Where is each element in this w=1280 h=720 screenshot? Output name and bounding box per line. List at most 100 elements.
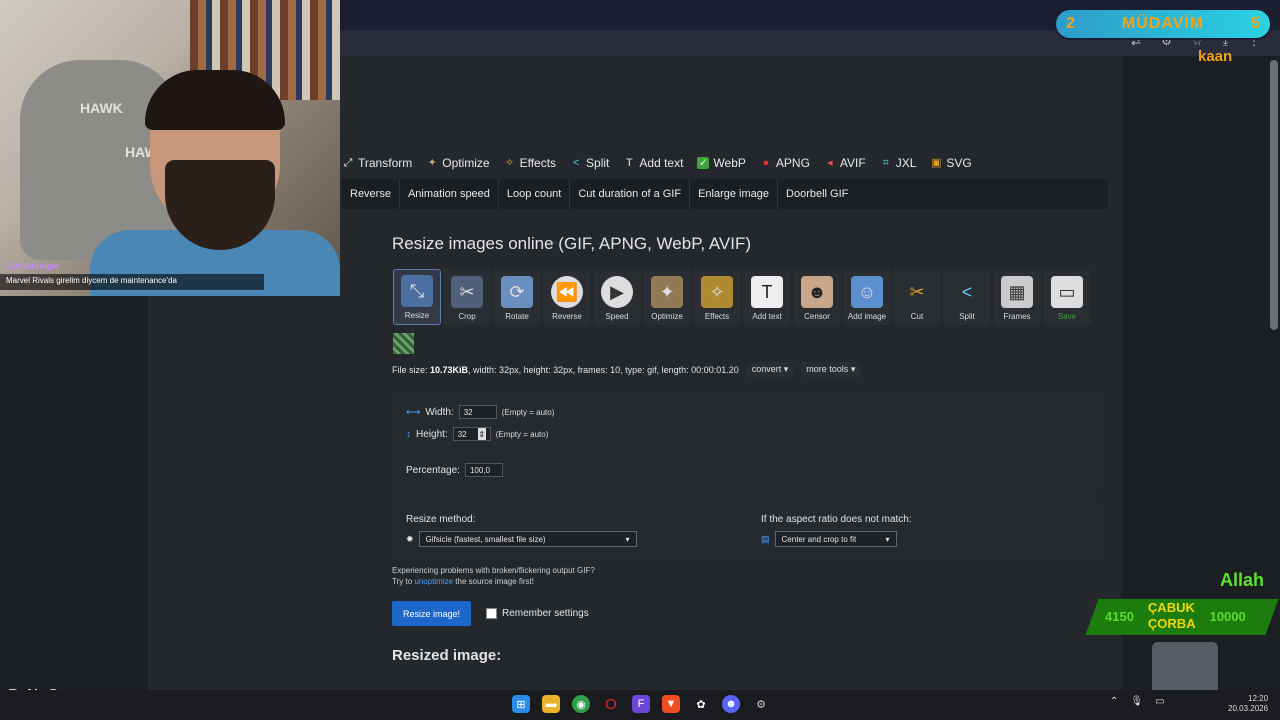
clock-time: 12:20 [1248,694,1269,703]
tool-add-text[interactable]: T Add text [743,269,791,325]
app-icon[interactable]: F [632,695,650,713]
add-text-icon: T [626,157,633,169]
chrome-icon[interactable]: ◉ [572,695,590,713]
opera-icon[interactable]: O [602,695,620,713]
file-explorer-icon[interactable]: ▬ [542,695,560,713]
tool-split[interactable]: < Split [943,269,991,325]
remember-settings[interactable]: Remember settings [486,608,589,619]
tool-crop[interactable]: ✂ Crop [443,269,491,325]
width-hint: (Empty = auto) [501,407,555,417]
stepper-icon[interactable]: ⇕ [477,428,486,440]
tool-frames[interactable]: ▦ Frames [993,269,1041,325]
width-input[interactable]: 32 [458,405,497,419]
height-row: ↕ Height: 32 ⇕ (Empty = auto) [406,427,548,441]
width-label: Width: [425,406,454,418]
unoptimize-link[interactable]: unoptimize [414,577,453,586]
discord-icon[interactable]: ☻ [722,695,740,713]
steam-icon[interactable]: ⚙ [752,695,770,713]
nav-add-text[interactable]: T Add text [623,156,683,170]
loyalty-badge: 2 MÜDAVİM 5 [1054,8,1272,40]
tool-rotate[interactable]: ⟳ Rotate [493,269,541,325]
aspect-row: ▤ Center and crop to fit ▾ [761,531,897,547]
windows-start-icon[interactable]: ⊞ [512,695,530,713]
split-icon: < [961,281,973,302]
apng-icon: ● [762,157,770,169]
chevron-down-icon: ▾ [625,534,630,544]
warn-line1: Experiencing problems with broken/flicke… [392,566,595,575]
page-right-margin [1122,56,1280,690]
height-input[interactable]: 32 ⇕ [452,427,491,441]
remember-checkbox[interactable] [486,608,497,619]
nav-split[interactable]: < Split [570,156,610,170]
taskbar-clock[interactable]: 12:20 20.03.2026 [1228,694,1268,714]
tool-resize[interactable]: ⤡ Resize [393,269,441,325]
resized-image-heading: Resized image: [392,647,502,664]
nav-svg[interactable]: ▣ SVG [930,156,972,170]
file-info-details: , width: 32px, height: 32px, frames: 10,… [468,364,739,375]
badge-left-number: 2 [1066,15,1075,32]
resize-icon: ⤡ [401,275,433,307]
microphone-icon[interactable]: 🎙 [1130,696,1143,707]
tool-effects[interactable]: ✧ Effects [693,269,741,325]
width-arrow-icon: ⟷ [406,406,421,418]
chat-username: QAOSbringer [8,262,60,271]
webp-icon: ✓ [697,157,710,169]
tool-speed[interactable]: ▶ Speed [593,269,641,325]
resize-image-button[interactable]: Resize image! [392,601,471,626]
sub-nav: Reverse Animation speed Loop count Cut d… [342,179,1108,209]
aspect-select[interactable]: Center and crop to fit ▾ [774,531,897,547]
resize-method-select[interactable]: Gifsicle (fastest, smallest file size) ▾ [418,531,637,547]
nav-webp[interactable]: ✓ WebP [697,156,746,170]
nav-effects[interactable]: ✧ Effects [504,156,556,170]
battery-icon[interactable]: ▭ [1155,696,1164,707]
more-tools-dropdown[interactable]: more tools ▾ [801,362,861,377]
width-row: ⟷ Width: 32 (Empty = auto) [406,405,554,419]
resize-method-row: ✹ Gifsicle (fastest, smallest file size)… [406,531,637,547]
taskbar-apps: ⊞ ▬ ◉ O F ▼ ✿ ☻ ⚙ [512,695,770,713]
frames-icon: ▦ [1001,276,1033,308]
scrollbar[interactable] [1270,60,1278,330]
chevron-up-icon[interactable]: ⌃ [1110,696,1118,707]
main-nav: ⤢ Transform ✦ Optimize ✧ Effects < Split T Ad… [342,156,972,170]
tool-reverse[interactable]: ⏪ Reverse [543,269,591,325]
subnav-reverse[interactable]: Reverse [342,179,400,209]
subnav-animation-speed[interactable]: Animation speed [400,179,499,209]
subnav-cut-duration[interactable]: Cut duration of a GIF [570,179,691,209]
tool-cut[interactable]: ✂ Cut [893,269,941,325]
tool-add-image[interactable]: ☺ Add image [843,269,891,325]
transform-icon: ⤢ [343,157,353,169]
optimize-icon: ✦ [651,276,683,308]
percentage-input[interactable]: 100,0 [464,463,503,477]
subnav-enlarge-image[interactable]: Enlarge image [690,179,779,209]
svg-icon: ▣ [931,157,942,169]
tool-save[interactable]: ▭ Save [1043,269,1091,325]
nav-transform[interactable]: ⤢ Transform [342,156,413,170]
avif-icon: ◂ [827,157,833,169]
nav-apng[interactable]: ● APNG [760,156,810,170]
tool-row: ⤡ Resize ✂ Crop ⟳ Rotate ⏪ Reverse ▶ Speed ✦ O… [393,269,1091,325]
nav-jxl[interactable]: ⌗ JXL [880,156,917,170]
subnav-doorbell-gif[interactable]: Doorbell GIF [778,179,856,209]
speed-icon: ▶ [601,276,633,308]
corba-left-number: 4150 [1105,608,1134,624]
system-tray: ⌃ 🎙 ▭ [1110,696,1165,707]
tool-optimize[interactable]: ✦ Optimize [643,269,691,325]
corba-right-number: 10000 [1209,608,1246,624]
height-hint: (Empty = auto) [495,429,549,439]
jxl-icon: ⌗ [882,157,889,169]
add-text-icon: T [751,276,783,308]
clock-date: 20.03.2026 [1228,704,1269,713]
nav-optimize[interactable]: ✦ Optimize [426,156,490,170]
convert-dropdown[interactable]: convert ▾ [746,362,794,377]
scissors-icon: ✂ [909,281,925,302]
optimize-icon: ✦ [427,157,437,169]
nav-avif[interactable]: ◂ AVIF [824,156,866,170]
tool-censor[interactable]: ☻ Censor [793,269,841,325]
corba-banner-text: 4150 ÇABUK ÇORBA 10000 [1105,600,1246,632]
corba-line2: ÇORBA [1147,616,1196,631]
chatgpt-icon[interactable]: ✿ [692,695,710,713]
brave-icon[interactable]: ▼ [662,695,680,713]
split-icon: < [572,157,580,169]
subnav-loop-count[interactable]: Loop count [499,179,571,209]
crop-icon: ✂ [451,276,483,308]
